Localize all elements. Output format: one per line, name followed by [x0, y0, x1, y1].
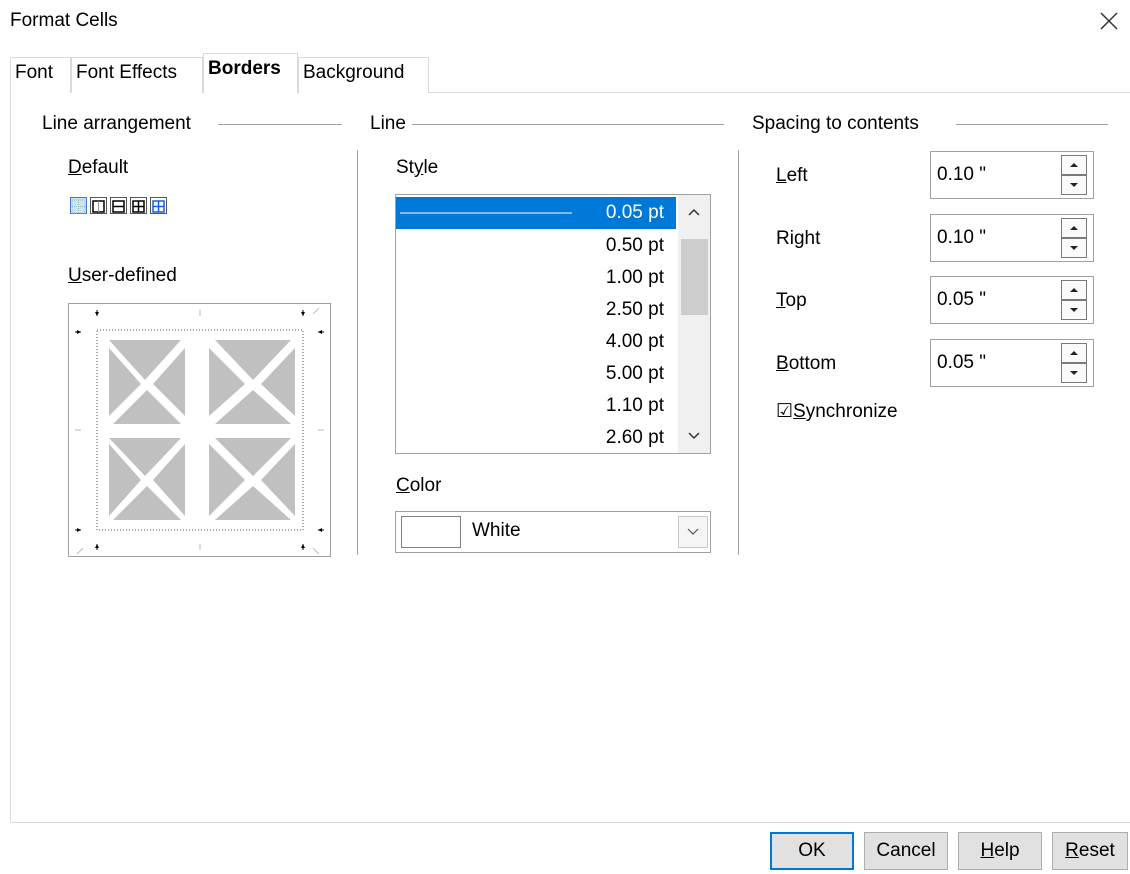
tab-borders-label: Borders [208, 58, 281, 79]
color-label: Color [396, 475, 442, 496]
title-bar: Format Cells [0, 0, 1130, 48]
tab-borders[interactable]: Borders [203, 53, 298, 94]
line-group-separator [412, 124, 724, 125]
spacing-right-label: Right [776, 228, 821, 249]
spacing-bottom-value[interactable]: 0.05 " [937, 352, 986, 374]
tab-font[interactable]: Font [10, 57, 71, 93]
chevron-down-icon[interactable] [678, 516, 708, 548]
vertical-separator-1 [357, 150, 358, 555]
line-style-item[interactable]: 0.05 pt [396, 197, 676, 229]
tab-background-label: Background [303, 62, 405, 83]
close-icon[interactable] [1096, 8, 1122, 34]
spacing-left-value[interactable]: 0.10 " [937, 164, 986, 186]
scroll-up-icon[interactable] [678, 197, 710, 227]
outer-border-only-icon[interactable] [90, 197, 107, 214]
spin-down-icon[interactable] [1061, 300, 1087, 320]
color-swatch [401, 516, 461, 548]
spin-up-icon[interactable] [1061, 218, 1087, 238]
ok-button[interactable]: OK [770, 832, 854, 870]
spacing-top-spinbox[interactable]: 0.05 " [930, 276, 1094, 324]
style-label: Style [396, 157, 439, 178]
color-value: White [472, 520, 521, 541]
line-style-item[interactable]: 2.50 pt [396, 294, 676, 326]
cancel-button[interactable]: Cancel [864, 832, 948, 870]
no-borders-preset-icon[interactable] [70, 197, 87, 214]
default-label: Default [68, 157, 129, 178]
spacing-right-spinbox[interactable]: 0.10 " [930, 214, 1094, 262]
spin-down-icon[interactable] [1061, 363, 1087, 383]
outer-border-no-inner-icon[interactable] [150, 197, 167, 214]
line-group-title: Line [370, 113, 412, 135]
line-style-item[interactable]: 1.10 pt [396, 390, 676, 422]
tab-font-effects-label: Font Effects [76, 62, 178, 83]
button-area-divider [10, 822, 1130, 823]
preset-row [70, 197, 167, 214]
spacing-bottom-label: Bottom [776, 353, 837, 374]
spacing-top-label: Top [776, 290, 807, 311]
synchronize-checkbox[interactable]: ☑Synchronize [776, 400, 898, 423]
outer-border-all-inner-icon[interactable] [130, 197, 147, 214]
spin-up-icon[interactable] [1061, 155, 1087, 175]
reset-button[interactable]: Reset [1052, 832, 1128, 870]
outer-border-horizontal-icon[interactable] [110, 197, 127, 214]
help-button[interactable]: Help [958, 832, 1042, 870]
user-defined-border-preview[interactable] [68, 303, 331, 557]
tab-background[interactable]: Background [298, 57, 429, 93]
spin-up-icon[interactable] [1061, 343, 1087, 363]
line-style-item[interactable]: 2.60 pt [396, 422, 676, 453]
spacing-bottom-spinbox[interactable]: 0.05 " [930, 339, 1094, 387]
tab-font-effects[interactable]: Font Effects [71, 57, 203, 93]
line-style-item[interactable]: 0.50 pt [396, 230, 676, 262]
line-style-listbox[interactable]: 0.05 pt 0.50 pt 1.00 pt 2.50 pt 4.00 pt … [395, 194, 711, 454]
spacing-left-spinbox[interactable]: 0.10 " [930, 151, 1094, 199]
vertical-separator-2 [738, 150, 739, 555]
user-defined-label: User-defined [68, 265, 177, 286]
line-arrangement-title: Line arrangement [42, 113, 197, 135]
line-style-item[interactable]: 4.00 pt [396, 326, 676, 358]
listbox-scrollbar[interactable] [678, 195, 710, 453]
spacing-title: Spacing to contents [752, 113, 925, 135]
checkbox-checked-icon[interactable]: ☑ [776, 401, 793, 422]
line-style-item[interactable]: 1.00 pt [396, 262, 676, 294]
spin-down-icon[interactable] [1061, 238, 1087, 258]
dialog-title: Format Cells [10, 10, 118, 31]
spacing-right-value[interactable]: 0.10 " [937, 227, 986, 249]
line-style-item[interactable]: 5.00 pt [396, 358, 676, 390]
spin-down-icon[interactable] [1061, 175, 1087, 195]
tab-font-label: Font [15, 62, 54, 83]
listbox-scroll-thumb[interactable] [681, 239, 708, 315]
spacing-top-value[interactable]: 0.05 " [937, 289, 986, 311]
scroll-down-icon[interactable] [678, 421, 710, 451]
line-arrangement-separator [218, 124, 342, 125]
spacing-left-label: Left [776, 165, 808, 186]
spacing-separator [956, 124, 1108, 125]
color-dropdown[interactable]: White [395, 511, 711, 553]
spin-up-icon[interactable] [1061, 280, 1087, 300]
